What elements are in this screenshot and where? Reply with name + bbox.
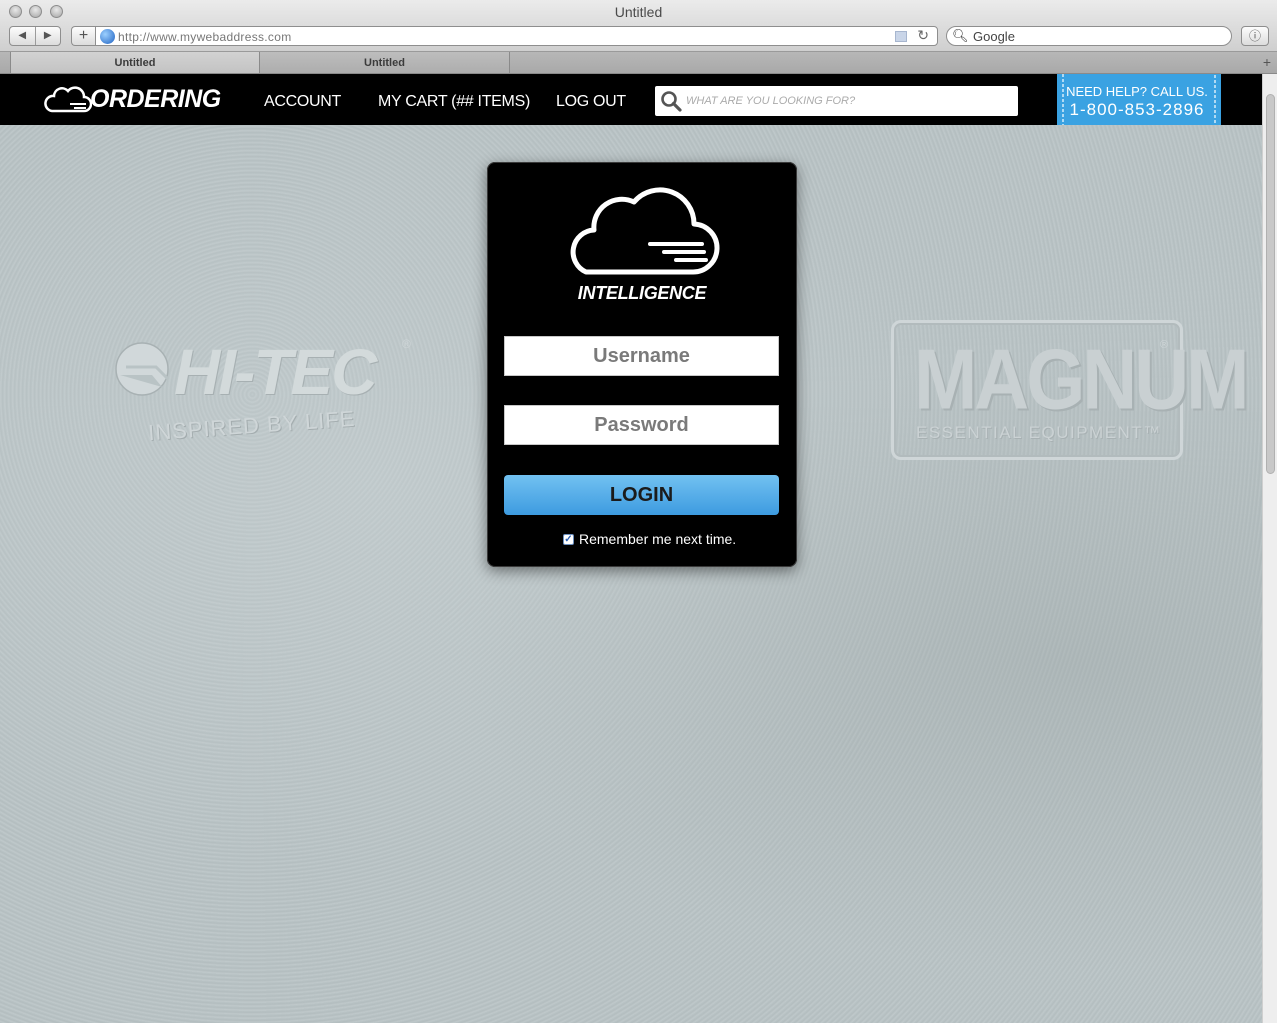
rss-icon[interactable] bbox=[895, 31, 907, 42]
login-button[interactable]: LOGIN bbox=[504, 475, 779, 515]
address-bar[interactable]: http://www.mywebaddress.com ↻ bbox=[95, 26, 938, 46]
magnum-tagline: ESSENTIAL EQUIPMENT™ bbox=[916, 423, 1162, 443]
search-icon: 🔍︎ bbox=[952, 28, 969, 43]
magnum-brand-logo: MAGNUM ® ESSENTIAL EQUIPMENT™ bbox=[891, 320, 1249, 460]
panel-brand-text: INTELLIGENCE bbox=[577, 283, 707, 303]
hitec-wordmark: HI-TEC bbox=[174, 336, 377, 408]
magnum-trademark: ™ bbox=[1143, 423, 1162, 442]
magnum-wordmark: MAGNUM bbox=[914, 332, 1249, 428]
hitec-registered-mark: ® bbox=[402, 337, 411, 351]
info-icon[interactable]: ⓘ bbox=[1241, 26, 1269, 46]
back-arrow-icon[interactable]: ◀ bbox=[10, 27, 35, 45]
forward-arrow-icon[interactable]: ▶ bbox=[34, 27, 61, 45]
password-field[interactable] bbox=[504, 405, 779, 445]
browser-search-text: Google bbox=[973, 29, 1015, 44]
help-text: NEED HELP? CALL US. bbox=[1066, 84, 1208, 99]
nav-logout-link[interactable]: LOG OUT bbox=[556, 93, 626, 111]
tab-untitled-1[interactable]: Untitled bbox=[10, 52, 260, 73]
magnum-registered-mark: ® bbox=[1160, 339, 1169, 351]
help-phone[interactable]: 1-800-853-2896 bbox=[1057, 100, 1217, 120]
window-title: Untitled bbox=[614, 4, 663, 20]
browser-titlebar: Untitled ◀ ▶ + http://www.mywebaddress.c… bbox=[0, 0, 1277, 52]
tab-label: Untitled bbox=[364, 57, 405, 69]
remember-checkbox[interactable]: ✓ bbox=[563, 533, 574, 545]
scrollbar-thumb[interactable] bbox=[1266, 94, 1275, 474]
nav-cart-link[interactable]: MY CART (## ITEMS) bbox=[378, 93, 530, 111]
remember-label: Remember me next time. bbox=[579, 531, 737, 547]
tab-bar: Untitled Untitled + bbox=[0, 52, 1277, 74]
add-bookmark-button[interactable]: + bbox=[71, 26, 95, 46]
history-nav: ◀ ▶ bbox=[9, 26, 61, 46]
hitec-swoosh-icon bbox=[115, 342, 170, 396]
magnum-tagline-text: ESSENTIAL EQUIPMENT bbox=[916, 423, 1144, 442]
cloud-logo-icon bbox=[570, 187, 720, 275]
address-text: http://www.mywebaddress.com bbox=[118, 30, 292, 44]
globe-icon bbox=[100, 29, 115, 44]
reload-icon[interactable]: ↻ bbox=[917, 27, 929, 44]
site-logo[interactable]: ORDERING bbox=[44, 82, 221, 116]
remember-me[interactable]: ✓ Remember me next time. bbox=[563, 531, 736, 547]
new-tab-icon[interactable]: + bbox=[1263, 54, 1271, 70]
search-icon[interactable] bbox=[660, 90, 682, 112]
nav-account-link[interactable]: ACCOUNT bbox=[264, 93, 341, 111]
site-search-input[interactable] bbox=[686, 91, 1006, 111]
site-brand-text: ORDERING bbox=[90, 84, 221, 113]
tab-untitled-2[interactable]: Untitled bbox=[260, 52, 510, 73]
login-panel: INTELLIGENCE LOGIN ✓ Remember me next ti… bbox=[487, 162, 797, 567]
site-search-box bbox=[655, 86, 1018, 116]
hitec-brand-logo: HI-TEC ® INSPIRED BY LIFE bbox=[112, 335, 422, 465]
browser-search-field[interactable]: 🔍︎ Google bbox=[946, 26, 1232, 46]
tab-label: Untitled bbox=[114, 57, 156, 69]
hitec-tagline: INSPIRED BY LIFE bbox=[147, 405, 357, 446]
page-scrollbar[interactable] bbox=[1262, 74, 1277, 1023]
cloud-logo-icon bbox=[44, 86, 92, 113]
username-field[interactable] bbox=[504, 336, 779, 376]
